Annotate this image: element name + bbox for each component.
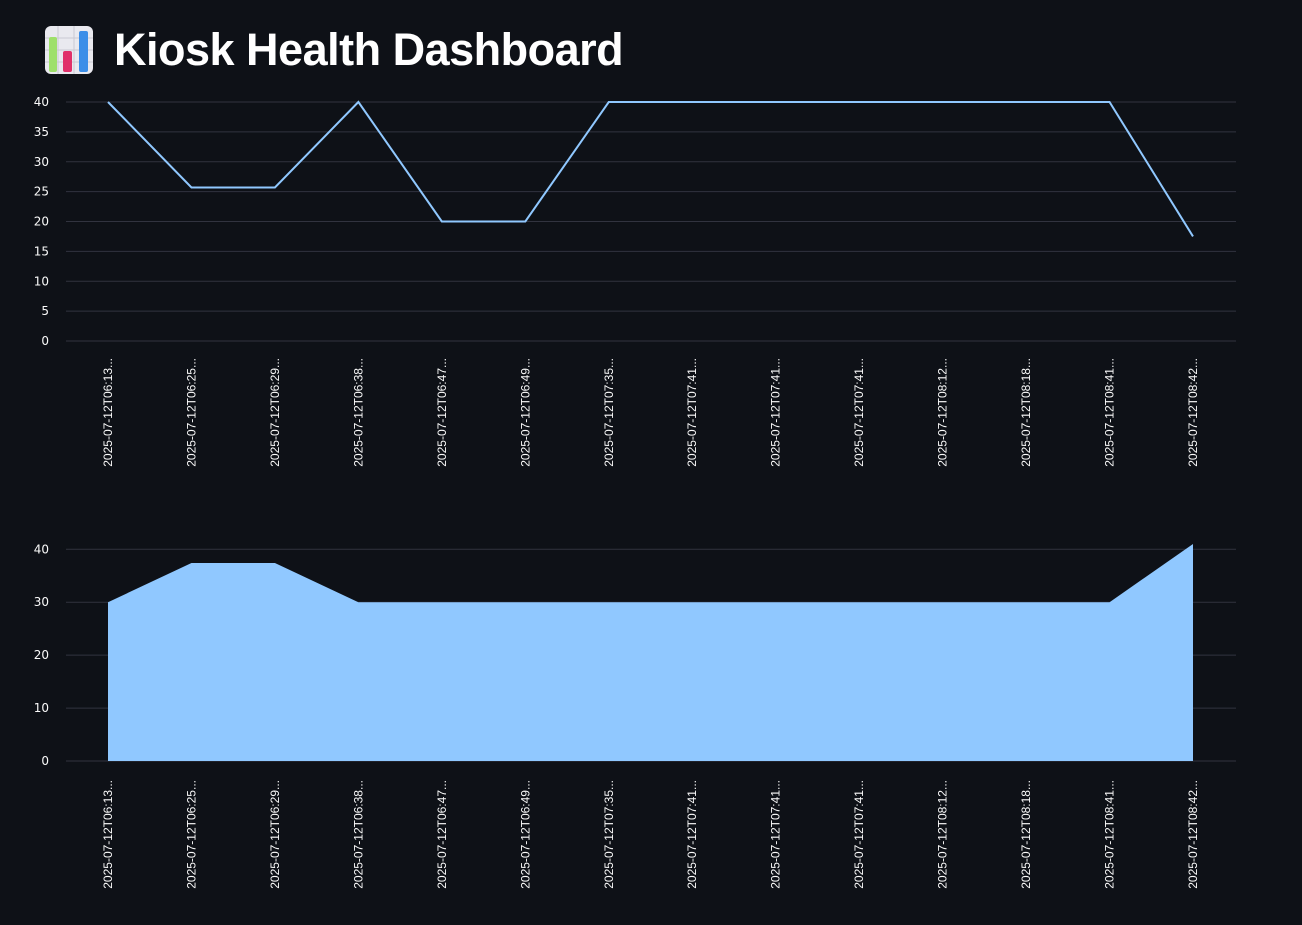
data-point [940, 599, 946, 605]
x-tick-label: 2025-07-12T06:47... [435, 780, 449, 889]
x-tick-label: 2025-07-12T06:49... [518, 780, 532, 889]
x-tick-label: 2025-07-12T06:13... [101, 358, 115, 467]
x-tick-label: 2025-07-12T08:12... [936, 358, 950, 467]
data-point [1190, 541, 1196, 547]
data-point [606, 99, 612, 105]
x-tick-label: 2025-07-12T07:41... [685, 780, 699, 889]
data-point [1107, 99, 1113, 105]
y-tick-label: 30 [34, 595, 49, 609]
x-tick-label: 2025-07-12T07:41... [852, 780, 866, 889]
bar-chart-icon [45, 26, 93, 74]
x-tick-label: 2025-07-12T08:18... [1019, 780, 1033, 889]
data-point [1023, 599, 1029, 605]
data-point [689, 99, 695, 105]
data-point [188, 560, 194, 566]
x-tick-label: 2025-07-12T07:41... [685, 358, 699, 467]
y-tick-label: 40 [34, 95, 49, 109]
y-tick-label: 35 [34, 125, 49, 139]
x-tick-label: 2025-07-12T07:41... [769, 358, 783, 467]
page-title: Kiosk Health Dashboard [114, 24, 624, 75]
data-point [606, 599, 612, 605]
x-tick-label: 2025-07-12T08:41... [1103, 780, 1117, 889]
series-area [108, 544, 1193, 761]
x-tick-label: 2025-07-12T06:29... [268, 358, 282, 467]
data-point [856, 599, 862, 605]
y-tick-label: 10 [34, 701, 49, 715]
data-point [105, 599, 111, 605]
y-tick-label: 15 [34, 244, 49, 258]
data-point [1107, 599, 1113, 605]
y-tick-label: 20 [34, 215, 49, 229]
data-point [522, 219, 528, 225]
y-tick-label: 30 [34, 155, 49, 169]
data-point [522, 599, 528, 605]
data-point [1023, 99, 1029, 105]
x-tick-label: 2025-07-12T06:13... [101, 780, 115, 889]
x-tick-label: 2025-07-12T08:42... [1186, 358, 1200, 467]
x-tick-label: 2025-07-12T08:41... [1103, 358, 1117, 467]
data-point [272, 560, 278, 566]
x-tick-label: 2025-07-12T07:35... [602, 780, 616, 889]
data-point [940, 99, 946, 105]
data-point [105, 99, 111, 105]
x-tick-label: 2025-07-12T08:42... [1186, 780, 1200, 889]
y-tick-label: 40 [34, 542, 49, 556]
data-point [439, 219, 445, 225]
x-tick-label: 2025-07-12T06:49... [518, 358, 532, 467]
area-chart: 0 10 20 30 40 2025-07-12T06:13... 2025-07-12T0… [34, 541, 1236, 889]
data-point [355, 599, 361, 605]
x-tick-label: 2025-07-12T06:38... [351, 780, 365, 889]
x-tick-label: 2025-07-12T06:25... [184, 358, 198, 467]
y-tick-label: 5 [41, 304, 49, 318]
x-tick-label: 2025-07-12T07:35... [602, 358, 616, 467]
y-tick-label: 25 [34, 185, 49, 199]
data-point [1190, 233, 1196, 239]
data-point [355, 99, 361, 105]
x-tick-label: 2025-07-12T08:12... [936, 780, 950, 889]
x-tick-label: 2025-07-12T07:41... [769, 780, 783, 889]
y-tick-label: 0 [41, 334, 49, 348]
data-point [188, 184, 194, 190]
data-point [272, 184, 278, 190]
y-tick-label: 0 [41, 754, 49, 768]
x-tick-label: 2025-07-12T06:25... [184, 780, 198, 889]
x-tick-label: 2025-07-12T07:41... [852, 358, 866, 467]
page-header: Kiosk Health Dashboard [44, 24, 624, 76]
data-point [773, 99, 779, 105]
y-tick-label: 20 [34, 648, 49, 662]
x-tick-label: 2025-07-12T08:18... [1019, 358, 1033, 467]
data-point [856, 99, 862, 105]
y-tick-label: 10 [34, 274, 49, 288]
data-point [773, 599, 779, 605]
series-line [107, 100, 1194, 237]
data-point [689, 599, 695, 605]
line-chart: 0 5 10 15 20 25 30 35 40 2025-07-12T06:13... 2025-… [34, 95, 1236, 467]
x-tick-label: 2025-07-12T06:47... [435, 358, 449, 467]
x-tick-label: 2025-07-12T06:38... [351, 358, 365, 467]
data-point [439, 599, 445, 605]
x-tick-label: 2025-07-12T06:29... [268, 780, 282, 889]
